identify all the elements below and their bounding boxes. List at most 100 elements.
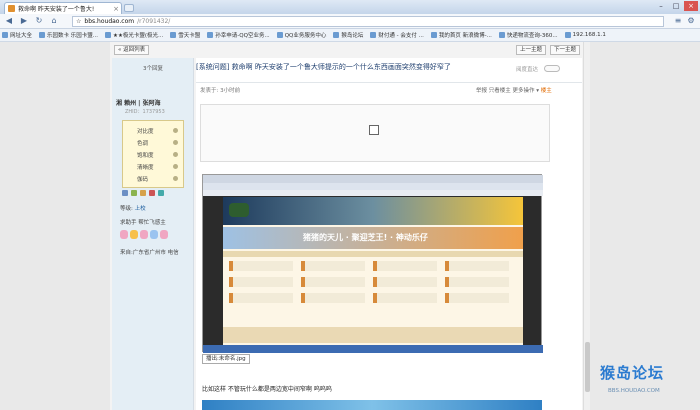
bookmark-item[interactable]: 网址大全 <box>2 31 32 39</box>
browser-tab[interactable]: 救命啊 昨天安装了一个鲁大! × <box>4 2 122 14</box>
home-page-icon[interactable] <box>158 190 164 196</box>
screenshot-footer <box>223 327 523 343</box>
rating-dot-icon <box>173 152 178 157</box>
page-scrollbar[interactable] <box>583 42 590 410</box>
bookmark-icon <box>498 32 505 38</box>
attachment-caption[interactable]: 播出:未命名.jpg <box>202 354 250 364</box>
author-avatar[interactable]: 对比度 色调 饱和度 清晰度 伽码 <box>122 120 184 188</box>
screenshot-page: 猪猪的天儿 · 聚迎芝王! · 神动乐仔 <box>223 197 523 347</box>
bookmark-icon <box>370 32 377 38</box>
grade-value: 上校 <box>134 206 146 212</box>
bookmark-item[interactable]: 孙幸申请-QQ空业务... <box>207 31 270 39</box>
screenshot-cell <box>373 277 437 287</box>
maximize-button[interactable]: □ <box>669 1 683 11</box>
bookmark-item[interactable]: ★★极光卡盟(极光... <box>105 31 163 39</box>
only-author-link[interactable]: 只看楼主 <box>489 88 511 94</box>
screenshot-strip <box>223 251 523 257</box>
post-text: 比如这样 不管玩什么都是两边宽中间窄啊 呜呜呜 <box>202 386 332 393</box>
window-controls: – □ × <box>654 1 698 11</box>
post-actions: 举报 只看楼主 更多操作 ▾ 楼主 <box>476 86 552 94</box>
gift-icon[interactable] <box>149 190 155 196</box>
address-path: /r7091432/ <box>137 18 171 25</box>
rating-row: 伽码 <box>137 177 149 183</box>
bookmark-icon <box>2 32 8 38</box>
ad-placeholder[interactable] <box>200 104 550 162</box>
bookmark-icon <box>105 32 112 38</box>
more-actions-link[interactable]: 更多操作 ▾ <box>513 88 540 94</box>
medal-icon <box>150 230 158 239</box>
view-mode-toggle[interactable] <box>544 65 560 72</box>
screenshot-taskbar <box>203 345 543 353</box>
author-profile: 3个回复 湘 赖州 | 张阿海 ZHID：1737953 对比度 色调 饱和度 … <box>112 58 194 410</box>
bookmark-item[interactable]: 快递物流查询-360... <box>498 31 558 39</box>
right-margin <box>590 42 700 410</box>
attached-screenshot[interactable]: 猪猪的天儿 · 聚迎芝王! · 神动乐仔 <box>202 174 543 353</box>
bookmark-icon <box>170 32 177 38</box>
screenshot-cell <box>229 277 293 287</box>
message-icon[interactable] <box>122 190 128 196</box>
screenshot-header <box>223 197 523 225</box>
broken-image-icon <box>369 125 379 135</box>
bookmark-item[interactable]: QQ业务服务中心 <box>276 31 326 39</box>
author-name[interactable]: 湘 赖州 | 张阿海 <box>116 98 160 107</box>
star-icon[interactable]: ☆ <box>76 18 81 25</box>
medal-icon <box>140 230 148 239</box>
report-link[interactable]: 举报 <box>476 88 487 94</box>
forward-icon[interactable]: ▶ <box>19 16 29 26</box>
add-friend-icon[interactable] <box>131 190 137 196</box>
bookmark-icon <box>430 32 437 38</box>
view-mode-label: 阅度直达 <box>516 67 539 73</box>
refresh-icon[interactable]: ↻ <box>34 16 44 26</box>
menu-icon[interactable]: ≡ <box>673 16 683 26</box>
rating-row: 清晰度 <box>137 165 154 171</box>
home-icon[interactable]: ⌂ <box>49 16 59 26</box>
screenshot-cell <box>445 293 509 303</box>
close-window-button[interactable]: × <box>684 1 698 11</box>
minimize-button[interactable]: – <box>654 1 668 11</box>
bookmark-icon <box>207 32 214 38</box>
floor-badge: 楼主 <box>540 88 552 94</box>
rating-dot-icon <box>173 128 178 133</box>
bookmark-item[interactable]: 乐园数卡 乐园卡盟... <box>39 31 98 39</box>
rating-dot-icon <box>173 176 178 181</box>
profile-icon[interactable] <box>140 190 146 196</box>
bottom-banner-ad[interactable] <box>202 400 542 410</box>
rating-dot-icon <box>173 164 178 169</box>
new-tab-button[interactable] <box>124 4 134 12</box>
bookmark-item[interactable]: 我的首页 新浪微博-... <box>430 31 492 39</box>
site-favicon-icon <box>8 5 15 12</box>
next-topic-button[interactable]: 下一主题 <box>550 45 581 55</box>
bookmark-icon <box>39 32 46 38</box>
bookmark-item[interactable]: 猴岛论坛 <box>333 31 363 39</box>
author-action-icons <box>122 190 164 196</box>
medal-icon <box>160 230 168 239</box>
rating-row: 色调 <box>137 141 149 147</box>
rating-row: 饱和度 <box>137 153 154 159</box>
post-body: [系统问题] 救命啊 昨天安装了一个鲁大师提示的一个什么东西画面突然变得好窄了 … <box>196 58 582 410</box>
tab-close-icon[interactable]: × <box>113 5 119 13</box>
address-bar[interactable]: ☆ bbs.houdao.com /r7091432/ <box>72 16 664 27</box>
screenshot-banner-text: 猪猪的天儿 · 聚迎芝王! · 神动乐仔 <box>303 233 428 242</box>
prev-topic-button[interactable]: 上一主题 <box>516 45 547 55</box>
screenshot-cell <box>229 293 293 303</box>
reply-count: 3个回复 <box>143 66 163 72</box>
post-meta: 发表于: 3小时前 <box>200 88 241 94</box>
page-content: « 返回列表 上一主题 下一主题 3个回复 湘 赖州 | 张阿海 ZHID：17… <box>0 42 700 410</box>
screenshot-banner: 猪猪的天儿 · 聚迎芝王! · 神动乐仔 <box>223 227 523 249</box>
tools-icon[interactable]: ⚙ <box>686 16 696 26</box>
rating-dot-icon <box>173 140 178 145</box>
back-to-list-button[interactable]: « 返回列表 <box>114 45 150 55</box>
scrollbar-thumb[interactable] <box>585 342 590 392</box>
divider <box>196 82 582 83</box>
screenshot-logo <box>229 203 249 217</box>
browser-titlebar: 救命啊 昨天安装了一个鲁大! × – □ × <box>0 0 700 14</box>
back-icon[interactable]: ◀ <box>4 16 14 26</box>
bookmark-item[interactable]: 财付通 - 会支付 ... <box>370 31 424 39</box>
screenshot-cell <box>445 277 509 287</box>
bookmark-item[interactable]: 192.168.1.1 <box>564 32 606 38</box>
author-id: ZHID：1737953 <box>125 109 165 115</box>
topic-nav: « 返回列表 上一主题 下一主题 <box>112 44 582 56</box>
bookmark-icon <box>564 32 571 38</box>
bookmark-item[interactable]: 雪天卡盟 <box>170 31 200 39</box>
screenshot-bookmarks <box>203 190 543 196</box>
